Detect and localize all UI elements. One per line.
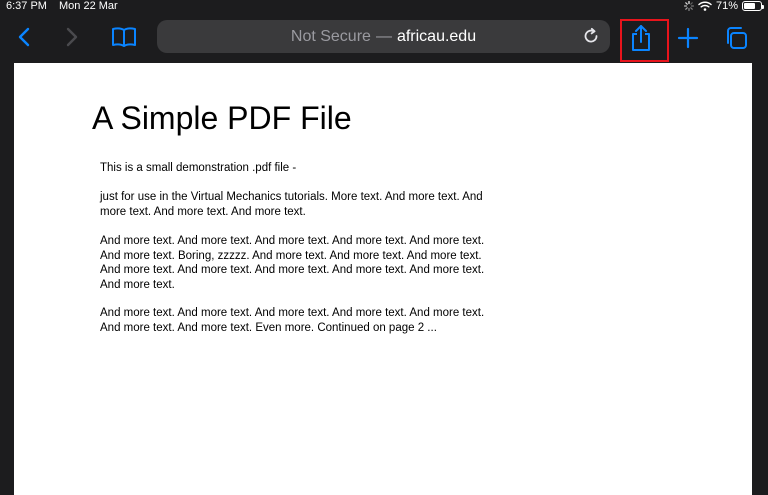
reload-icon — [584, 27, 598, 43]
status-time: 6:37 PM — [6, 0, 47, 12]
status-date: Mon 22 Mar — [59, 0, 118, 12]
reload-button[interactable] — [582, 27, 600, 45]
status-right: 71% — [683, 0, 764, 12]
wifi-icon — [698, 1, 712, 11]
status-bar: 6:37 PM Mon 22 Mar 71% — [0, 0, 768, 12]
chevron-left-icon — [18, 27, 30, 47]
tabs-button[interactable] — [722, 24, 750, 52]
plus-icon — [677, 27, 699, 49]
battery-fill — [744, 3, 756, 9]
paragraph-3: And more text. And more text. And more t… — [100, 307, 485, 334]
chevron-right-icon — [66, 27, 78, 47]
tabs-icon — [727, 27, 747, 49]
paragraph-intro: This is a small demonstration .pdf file … — [100, 162, 297, 174]
paragraph-1: just for use in the Virtual Mechanics tu… — [100, 191, 483, 218]
pdf-page[interactable]: A Simple PDF File This is a small demons… — [14, 63, 752, 495]
bookmarks-button[interactable] — [108, 23, 140, 51]
address-host: africau.edu — [396, 27, 477, 45]
book-icon — [112, 27, 136, 47]
activity-spinner-icon — [683, 1, 694, 11]
battery-percent: 71% — [715, 0, 738, 12]
back-button[interactable] — [12, 25, 36, 49]
new-tab-button[interactable] — [674, 24, 702, 52]
forward-button[interactable] — [60, 25, 84, 49]
battery-icon — [742, 1, 764, 11]
browser-toolbar: Not Secure — africau.edu — [0, 12, 768, 63]
document-title: A Simple PDF File — [92, 100, 352, 136]
share-highlight-box — [620, 19, 669, 62]
address-separator: — — [375, 27, 392, 45]
not-secure-label: Not Secure — [290, 27, 371, 45]
paragraph-2: And more text. And more text. And more t… — [100, 235, 485, 291]
address-bar[interactable]: Not Secure — africau.edu — [157, 20, 610, 53]
